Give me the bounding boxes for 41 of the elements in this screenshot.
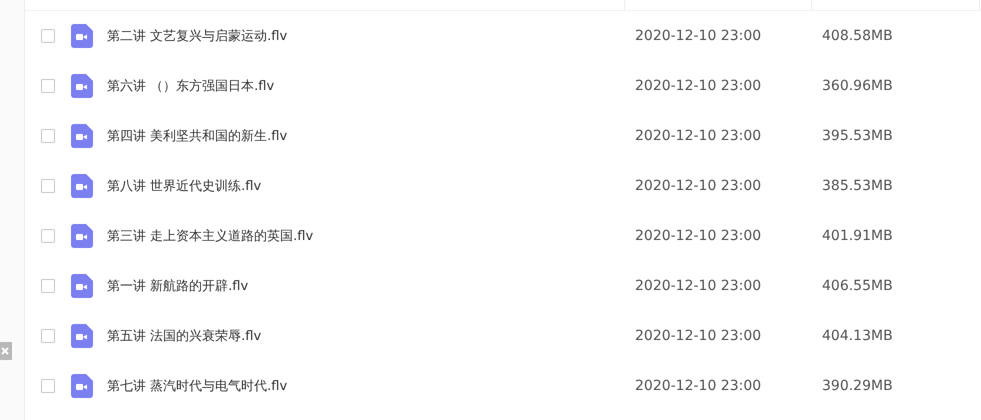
file-name[interactable]: 第六讲 （）东方强国日本.flv [107,77,274,95]
video-file-icon [71,374,93,398]
modified-date: 2020-12-10 23:00 [634,378,762,394]
file-size: 408.58MB [821,28,894,44]
file-name[interactable]: 第二讲 文艺复兴与启蒙运动.flv [107,27,288,45]
file-size: 395.53MB [821,128,894,144]
file-name[interactable]: 第八讲 世界近代史训练.flv [107,177,262,195]
video-file-icon [71,274,93,298]
video-file-icon [71,74,93,98]
checkbox[interactable] [41,229,55,243]
video-file-icon [71,224,93,248]
file-size: 360.96MB [821,78,894,94]
modified-date: 2020-12-10 23:00 [634,328,762,344]
file-name[interactable]: 第七讲 蒸汽时代与电气时代.flv [107,377,288,395]
file-size: 406.55MB [821,278,894,294]
file-size: 404.13MB [821,328,894,344]
modified-date: 2020-12-10 23:00 [634,278,762,294]
file-size: 401.91MB [821,228,894,244]
modified-date: 2020-12-10 23:00 [634,78,762,94]
file-name[interactable]: 第四讲 美利坚共和国的新生.flv [107,127,288,145]
file-name[interactable]: 第三讲 走上资本主义道路的英国.flv [107,227,314,245]
video-file-icon [71,24,93,48]
checkbox[interactable] [41,379,55,393]
file-size: 385.53MB [821,178,894,194]
checkbox[interactable] [41,179,55,193]
file-name[interactable]: 第一讲 新航路的开辟.flv [107,277,248,295]
modified-date: 2020-12-10 23:00 [634,28,762,44]
checkbox[interactable] [41,129,55,143]
file-name[interactable]: 第五讲 法国的兴衰荣辱.flv [107,327,262,345]
checkbox[interactable] [41,279,55,293]
modified-date: 2020-12-10 23:00 [634,178,762,194]
modified-date: 2020-12-10 23:00 [634,228,762,244]
checkbox[interactable] [41,329,55,343]
checkbox[interactable] [41,29,55,43]
close-icon[interactable] [0,342,12,360]
video-file-icon [71,324,93,348]
file-size: 390.29MB [821,378,894,394]
modified-date: 2020-12-10 23:00 [634,128,762,144]
video-file-icon [71,124,93,148]
checkbox[interactable] [41,79,55,93]
video-file-icon [71,174,93,198]
